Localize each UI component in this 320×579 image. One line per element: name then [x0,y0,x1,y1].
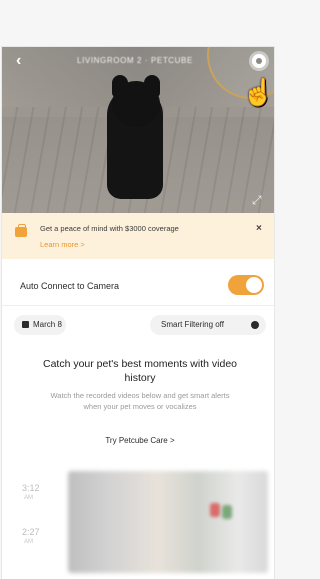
settings-icon[interactable] [252,54,266,68]
calendar-icon [22,321,29,328]
smart-filtering-label: Smart Filtering off [161,320,224,329]
camera-title: LIVINGROOM 2 · PETCUBE [77,56,193,65]
timeline-time-period: AM [24,495,33,501]
close-icon[interactable]: × [256,223,262,234]
date-label: March 8 [33,320,62,329]
try-petcube-care-link[interactable]: Try Petcube Care > [42,436,238,445]
auto-connect-label: Auto Connect to Camera [20,281,120,291]
date-picker-button[interactable]: March 8 [14,315,66,335]
divider [2,305,274,306]
dog-ear-right [144,75,160,97]
dog-ear-left [112,75,128,97]
video-timeline[interactable]: 3:12 AM 2:27 AM [2,465,274,579]
video-thumbnails[interactable] [68,471,268,573]
smart-filtering-button[interactable]: Smart Filtering off [150,315,266,335]
app-screen: ‹ LIVINGROOM 2 · PETCUBE ☝ ⤢ Get a peace… [2,47,274,579]
live-video-feed[interactable]: ‹ LIVINGROOM 2 · PETCUBE ☝ ⤢ [2,47,274,213]
thumbnail-highlight [210,503,220,517]
timeline-time-period: AM [24,539,33,545]
back-arrow-icon[interactable]: ‹ [16,53,32,69]
timeline-time: 3:12 [22,483,40,493]
timeline-time: 2:27 [22,527,40,537]
briefcase-icon [15,224,27,237]
toggle-knob [246,277,262,293]
hand-cursor-icon: ☝ [242,77,274,107]
thumbnail-highlight [222,505,232,519]
promo-learn-more-link[interactable]: Learn more > [40,240,85,249]
history-title: Catch your pet's best moments with video… [42,358,237,384]
history-description: Watch the recorded videos below and get … [50,391,230,411]
auto-connect-toggle[interactable] [228,275,264,295]
promo-text: Get a peace of mind with $3000 coverage [40,224,179,233]
expand-icon[interactable]: ⤢ [252,193,262,208]
info-icon [251,321,259,329]
promo-banner[interactable]: Get a peace of mind with $3000 coverage … [2,213,274,259]
